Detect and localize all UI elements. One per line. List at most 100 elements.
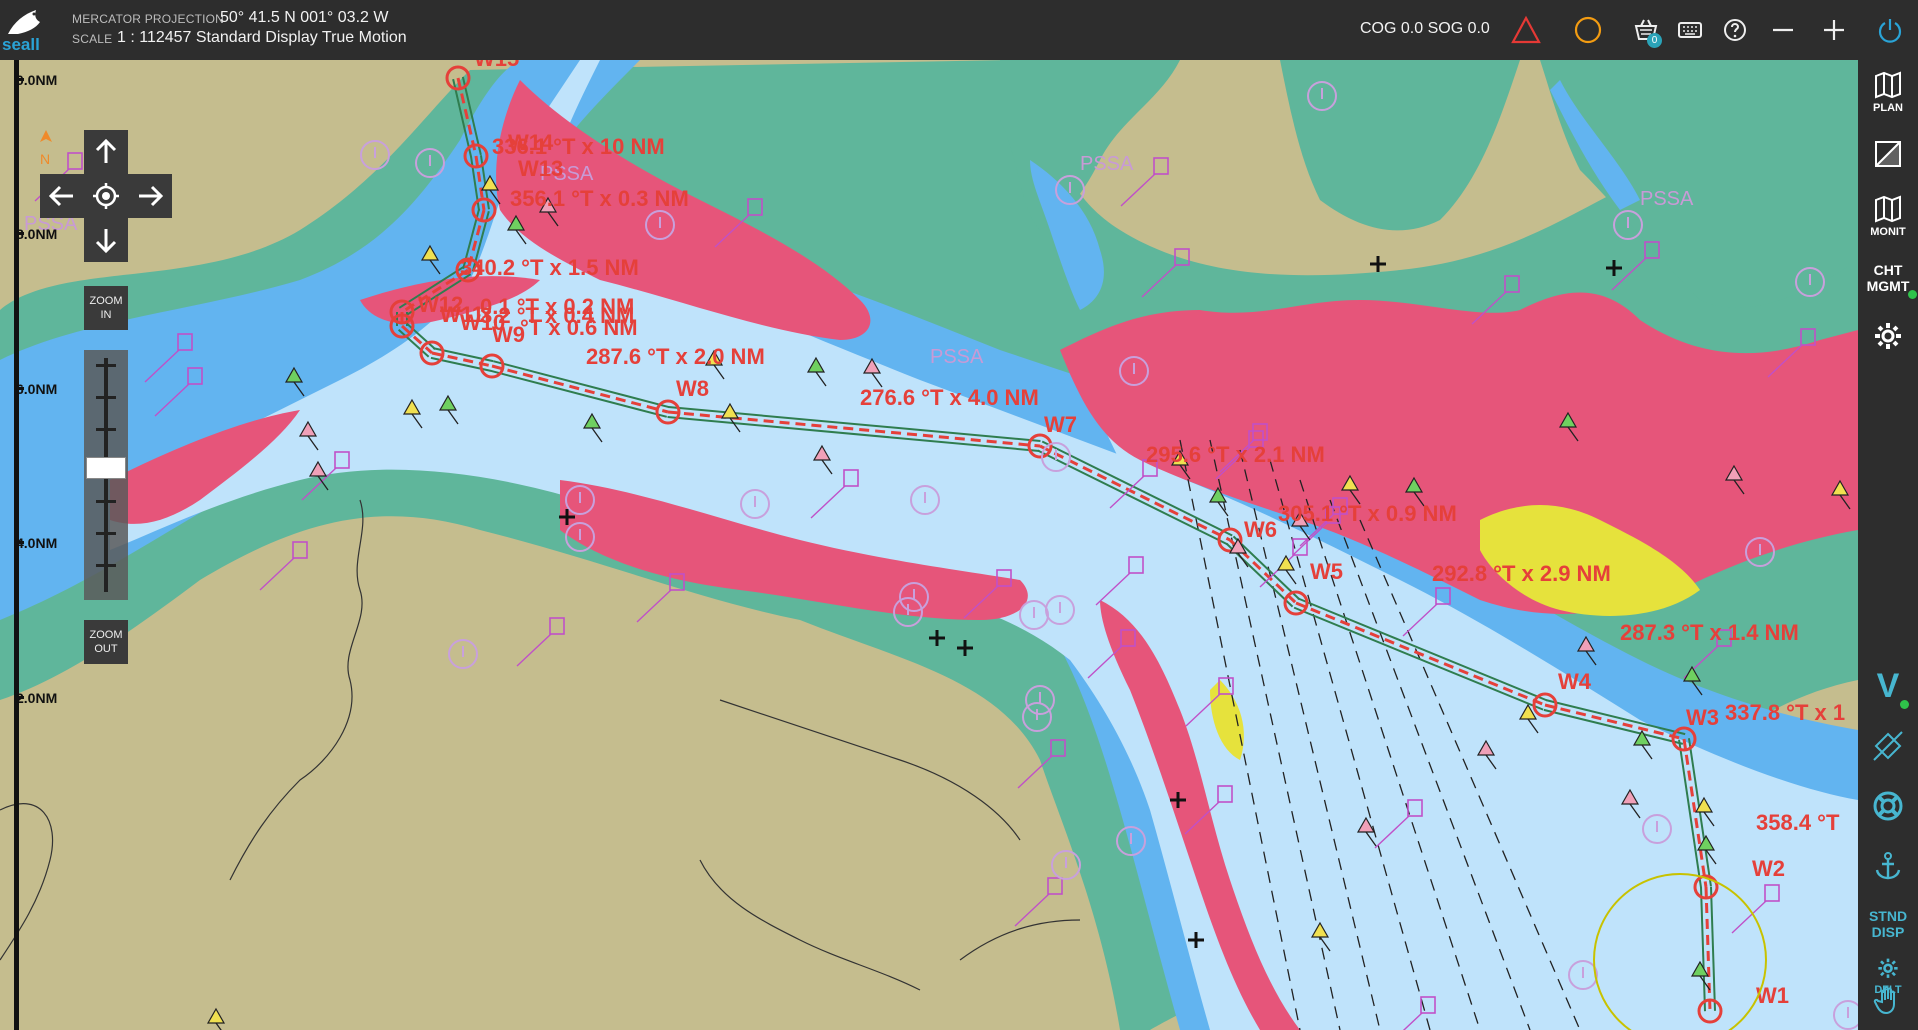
- pan-center-button[interactable]: [84, 174, 128, 218]
- leg-label: 295.6 °T x 2.1 NM: [1146, 442, 1325, 467]
- zoom-slider[interactable]: [84, 350, 128, 600]
- projection-label: MERCATOR PROJECTION: [72, 12, 225, 26]
- basket-icon[interactable]: 0: [1628, 12, 1664, 48]
- chart-map[interactable]: PSSA PSSA PSSA PSSA PSSA 336.1 °T x 10 N…: [0, 60, 1858, 1030]
- vessel-label: V: [1876, 667, 1900, 705]
- logo-text: seall: [2, 35, 40, 54]
- leg-label: 305.1 °T x 0.9 NM: [1278, 501, 1457, 526]
- zoom-slider-thumb[interactable]: [86, 457, 126, 479]
- range-label: 4.0NM: [16, 535, 58, 551]
- power-icon[interactable]: [1872, 12, 1908, 48]
- leg-label: 358.4 °T: [1756, 810, 1840, 835]
- pssa-label: PSSA: [1640, 188, 1694, 210]
- position-readout: 50° 41.5 N 001° 03.2 W: [220, 9, 389, 26]
- monitor-map-icon: [1875, 195, 1901, 223]
- info-square-symbol: [292, 541, 308, 559]
- leg-label: 276.6 °T x 4.0 NM: [860, 385, 1039, 410]
- status-dot: [1900, 700, 1909, 709]
- chart-window-button[interactable]: [1858, 126, 1918, 182]
- zoom-out-button[interactable]: ZOOM OUT: [84, 620, 128, 664]
- pan-right-button[interactable]: [128, 174, 172, 218]
- seall-logo: seall: [0, 4, 60, 56]
- keyboard-icon[interactable]: [1672, 12, 1708, 48]
- top-bar: seall MERCATOR PROJECTION 50° 41.5 N 001…: [0, 0, 1918, 60]
- chart-management-button[interactable]: CHT MGMT: [1858, 250, 1918, 306]
- waypoint-label: W15: [474, 60, 519, 71]
- info-leader-line: [636, 589, 672, 623]
- waypoint-label: W7: [1044, 412, 1077, 437]
- info-square-symbol: [1047, 877, 1063, 895]
- waypoint-label: W14: [508, 130, 554, 155]
- vessel-button[interactable]: V: [1858, 658, 1918, 714]
- range-label: 0.0NM: [16, 72, 58, 88]
- pan-up-button[interactable]: [84, 130, 128, 174]
- zoom-in-button[interactable]: ZOOM IN: [84, 286, 128, 330]
- pan-down-button[interactable]: [84, 218, 128, 262]
- leg-label: °T x 0.6 NM: [520, 315, 638, 340]
- waypoint-label: W6: [1244, 517, 1277, 542]
- zoom-in-icon[interactable]: [1816, 12, 1852, 48]
- anchor-icon: [1875, 852, 1901, 880]
- pssa-label: PSSA: [930, 346, 984, 368]
- lifebuoy-icon: [1873, 791, 1903, 821]
- waypoint-label: W3: [1686, 705, 1719, 730]
- pan-left-button[interactable]: [40, 174, 84, 218]
- zoom-tick: [96, 564, 116, 567]
- cht-mgmt-label: CHT MGMT: [1866, 262, 1910, 294]
- status-dot: [1908, 290, 1917, 299]
- waypoint-label: W5: [1310, 559, 1343, 584]
- settings-button[interactable]: [1858, 308, 1918, 364]
- help-icon[interactable]: [1717, 12, 1753, 48]
- zoom-tick: [96, 364, 116, 367]
- scale-label: SCALE: [72, 32, 113, 46]
- settings-gear-icon: [1875, 323, 1901, 349]
- stnd-disp-label: STND DISP: [1868, 908, 1908, 940]
- pssa-label: PSSA: [1080, 153, 1134, 175]
- chart-canvas[interactable]: PSSA PSSA PSSA PSSA PSSA 336.1 °T x 10 N…: [0, 60, 1858, 1030]
- circle-alarm-icon[interactable]: [1570, 12, 1606, 48]
- leg-label: 292.8 °T x 2.9 NM: [1432, 561, 1611, 586]
- zoom-tick: [96, 428, 116, 431]
- info-leader-line: [516, 633, 552, 667]
- waypoint-label: W13: [518, 156, 563, 181]
- anchor-button[interactable]: [1858, 838, 1918, 894]
- range-label: 2.0NM: [16, 690, 58, 706]
- warning-triangle-icon[interactable]: [1508, 12, 1544, 48]
- plan-label: PLAN: [1873, 102, 1903, 114]
- standard-display-button[interactable]: STND DISP: [1858, 896, 1918, 952]
- info-square-symbol: [1153, 157, 1169, 175]
- hand-pan-button[interactable]: [1858, 972, 1918, 1028]
- zoom-tick: [96, 396, 116, 399]
- monit-label: MONIT: [1870, 226, 1906, 238]
- arrow-left-icon: [48, 185, 73, 207]
- waypoint-label: W2: [1752, 856, 1785, 881]
- arrow-down-icon: [95, 229, 117, 254]
- arrow-up-icon: [95, 138, 117, 163]
- center-target-icon: [93, 183, 119, 209]
- leg-label: 337.8 °T x 1: [1725, 700, 1845, 725]
- monit-button[interactable]: MONIT: [1858, 188, 1918, 244]
- chart-window-icon: [1875, 141, 1901, 167]
- info-leader-line: [259, 557, 295, 591]
- leg-label: 287.6 °T x 2.0 NM: [586, 344, 765, 369]
- waypoint-label: W9: [492, 322, 525, 347]
- route-tool-icon: [1873, 731, 1903, 761]
- lifebuoy-button[interactable]: [1858, 778, 1918, 834]
- pan-controls: [40, 130, 174, 264]
- route-tool-button[interactable]: [1858, 718, 1918, 774]
- info-leader-line: [1014, 893, 1050, 927]
- zoom-out-icon[interactable]: [1765, 12, 1801, 48]
- leg-label: 340.2 °T x 1.5 NM: [460, 255, 639, 280]
- range-label: 6.0NM: [16, 381, 58, 397]
- info-leader-line: [1120, 173, 1156, 207]
- waypoint-label: W4: [1558, 669, 1592, 694]
- plan-button[interactable]: PLAN: [1858, 64, 1918, 120]
- right-toolbar: PLAN MONIT CHT MGMT V STND DISP DFLT: [1858, 60, 1918, 1030]
- leg-label: 287.3 °T x 1.4 NM: [1620, 620, 1799, 645]
- wreck-symbol: [1370, 256, 1386, 272]
- cog-sog-readout: COG 0.0 SOG 0.0: [1360, 20, 1490, 37]
- zoom-tick: [96, 500, 116, 503]
- hand-pan-icon: [1873, 986, 1895, 1015]
- info-square-symbol: [549, 617, 565, 635]
- buoy-symbol: [206, 1007, 226, 1024]
